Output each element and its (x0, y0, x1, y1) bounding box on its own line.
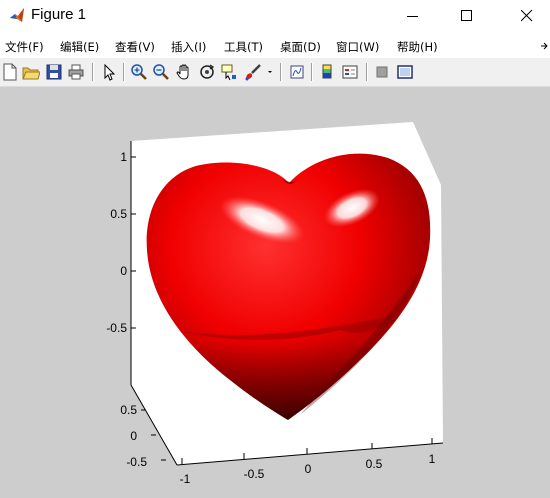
pointer-arrow-icon (104, 63, 116, 81)
link-plot-button[interactable] (288, 63, 306, 81)
open-file-button[interactable] (22, 63, 40, 81)
menu-tools[interactable]: 工具(T) (224, 39, 263, 55)
brush-button[interactable] (244, 63, 262, 81)
zoom-in-icon (131, 64, 147, 80)
minimize-icon (407, 16, 418, 17)
data-cursor-icon (221, 64, 236, 81)
window-title: Figure 1 (31, 6, 87, 23)
save-button[interactable] (45, 63, 63, 81)
x-tick-label: -0.5 (244, 467, 265, 481)
close-button[interactable] (504, 0, 550, 32)
y-tick-label: -0.5 (126, 455, 147, 469)
menu-view[interactable]: 查看(V) (115, 39, 155, 55)
close-icon (521, 10, 533, 22)
rotate-3d-button[interactable] (198, 63, 216, 81)
rotate-3d-icon (200, 64, 215, 79)
minimize-button[interactable] (390, 0, 436, 32)
pan-hand-icon (176, 64, 189, 80)
save-disk-icon (46, 64, 62, 80)
figure-toolbar (0, 58, 550, 87)
figure-canvas[interactable]: 1 0.5 0 -0.5 0.5 0 -0.5 -1 -0.5 0 0.5 1 (0, 87, 550, 498)
axes-3d[interactable]: 1 0.5 0 -0.5 0.5 0 -0.5 -1 -0.5 0 0.5 1 (0, 87, 550, 498)
maximize-icon (461, 10, 472, 21)
link-plot-icon (290, 65, 304, 79)
insert-legend-button[interactable] (341, 63, 359, 81)
menu-insert[interactable]: 插入(I) (171, 39, 206, 55)
menu-window[interactable]: 窗口(W) (336, 39, 379, 55)
zoom-in-button[interactable] (130, 63, 148, 81)
menu-help[interactable]: 帮助(H) (397, 39, 438, 55)
x-tick-label: 0.5 (366, 457, 383, 471)
zoom-out-button[interactable] (152, 63, 170, 81)
z-tick-label: -0.5 (106, 321, 127, 335)
z-tick-label: 1 (120, 150, 127, 164)
printer-icon (68, 64, 84, 80)
open-folder-icon (22, 67, 40, 80)
insert-colorbar-button[interactable] (318, 63, 336, 81)
data-cursor-button[interactable] (220, 63, 238, 81)
toolbar-separator (366, 63, 368, 81)
colorbar-icon (322, 64, 332, 79)
x-tick-label: 0 (305, 462, 312, 476)
legend-icon (342, 65, 358, 79)
pan-button[interactable] (175, 63, 193, 81)
menu-file[interactable]: 文件(F) (5, 39, 44, 55)
brush-icon (245, 64, 261, 81)
edit-plot-button[interactable] (100, 63, 118, 81)
matlab-logo-icon (9, 7, 25, 23)
hide-plot-tools-icon (376, 66, 388, 78)
show-plot-tools-icon (397, 65, 413, 79)
z-tick-label: 0 (120, 264, 127, 278)
show-plot-tools-button[interactable] (396, 63, 414, 81)
new-file-icon (3, 63, 17, 81)
menu-edit[interactable]: 编辑(E) (60, 39, 99, 55)
hide-plot-tools-button[interactable] (373, 63, 391, 81)
print-button[interactable] (67, 63, 85, 81)
toolbar-separator (280, 63, 282, 81)
menu-desktop[interactable]: 桌面(D) (280, 39, 321, 55)
x-tick-label: -1 (180, 472, 191, 486)
brush-dropdown[interactable] (265, 63, 275, 81)
y-tick-label: 0 (130, 429, 137, 443)
new-figure-button[interactable] (1, 63, 19, 81)
title-bar: Figure 1 (0, 0, 550, 32)
zoom-out-icon (153, 64, 169, 80)
dropdown-arrow-icon (268, 71, 272, 73)
toolbar-separator (92, 63, 94, 81)
toolbar-separator (123, 63, 125, 81)
y-tick-label: 0.5 (120, 403, 137, 417)
toolbar-separator (311, 63, 313, 81)
menu-bar: 文件(F) 编辑(E) 查看(V) 插入(I) 工具(T) 桌面(D) 窗口(W… (0, 32, 550, 58)
x-tick-label: 1 (429, 452, 436, 466)
dock-arrow-icon[interactable] (540, 42, 548, 50)
maximize-button[interactable] (444, 0, 490, 32)
z-tick-label: 0.5 (110, 207, 127, 221)
